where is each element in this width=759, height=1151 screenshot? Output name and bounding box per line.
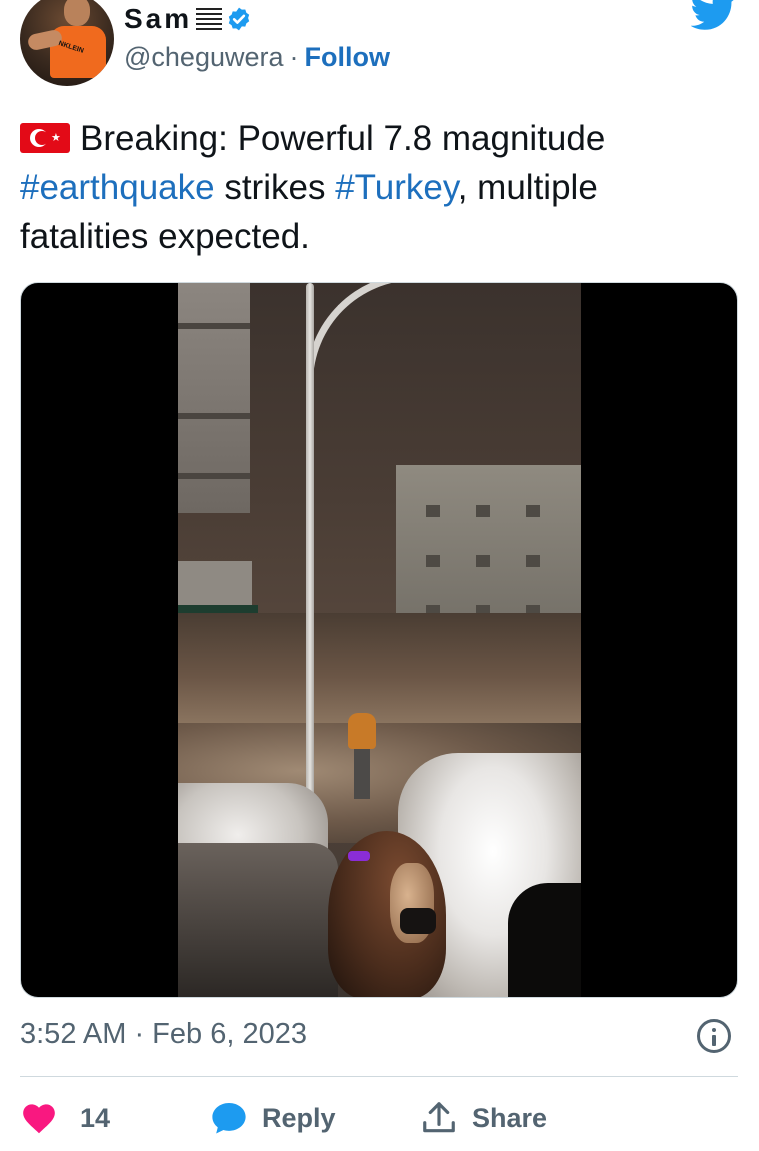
tweet-text-part2: strikes bbox=[214, 168, 336, 207]
verified-badge-icon bbox=[228, 7, 250, 31]
hair-clip bbox=[348, 851, 370, 861]
divider bbox=[20, 1076, 738, 1077]
hashtag-earthquake[interactable]: #earthquake bbox=[20, 168, 215, 207]
tweet-text-part1: Breaking: Powerful 7.8 magnitude bbox=[80, 119, 606, 158]
menu-lines-icon bbox=[196, 6, 223, 32]
tweet-timestamp[interactable]: 3:52 AM · Feb 6, 2023 bbox=[20, 1018, 307, 1051]
car bbox=[178, 843, 338, 997]
heart-icon[interactable] bbox=[20, 1099, 58, 1137]
street-lamp-arm bbox=[306, 283, 416, 473]
reply-icon[interactable] bbox=[210, 1099, 248, 1137]
reply-button[interactable]: Reply bbox=[210, 1099, 420, 1137]
twitter-bird-icon[interactable] bbox=[691, 0, 737, 34]
info-icon[interactable] bbox=[697, 1019, 731, 1053]
author-handle-row: @cheguwera · Follow bbox=[124, 42, 390, 73]
share-icon[interactable] bbox=[420, 1099, 458, 1137]
avatar-face bbox=[64, 0, 90, 26]
face-mask bbox=[400, 908, 436, 934]
turkey-flag-icon: ★ bbox=[20, 123, 70, 153]
tweet-text: ★ Breaking: Powerful 7.8 magnitude #earth… bbox=[20, 114, 720, 261]
reply-label: Reply bbox=[262, 1102, 336, 1133]
foreground-shoulder bbox=[508, 883, 581, 997]
separator-dot: · bbox=[289, 42, 299, 72]
avatar[interactable]: NKLEIN bbox=[20, 0, 114, 86]
like-count: 14 bbox=[80, 1102, 111, 1133]
follow-button[interactable]: Follow bbox=[305, 42, 390, 73]
share-button[interactable]: Share bbox=[420, 1099, 547, 1137]
like-button[interactable]: 14 bbox=[20, 1099, 210, 1137]
author-name-row[interactable]: Sam bbox=[124, 2, 252, 36]
balcony bbox=[178, 561, 252, 607]
rescue-worker bbox=[348, 713, 376, 749]
author-name[interactable]: Sam bbox=[124, 3, 192, 35]
author-handle[interactable]: @cheguwera bbox=[124, 42, 284, 73]
rescue-worker-legs bbox=[354, 749, 370, 799]
action-bar: 14 Reply Share bbox=[20, 1096, 547, 1140]
share-label: Share bbox=[472, 1102, 548, 1133]
tweet-video[interactable] bbox=[20, 282, 738, 998]
left-building bbox=[178, 283, 250, 513]
hashtag-turkey[interactable]: #Turkey bbox=[335, 168, 458, 207]
street-lamp-pole bbox=[306, 283, 314, 843]
video-frame bbox=[178, 283, 581, 997]
